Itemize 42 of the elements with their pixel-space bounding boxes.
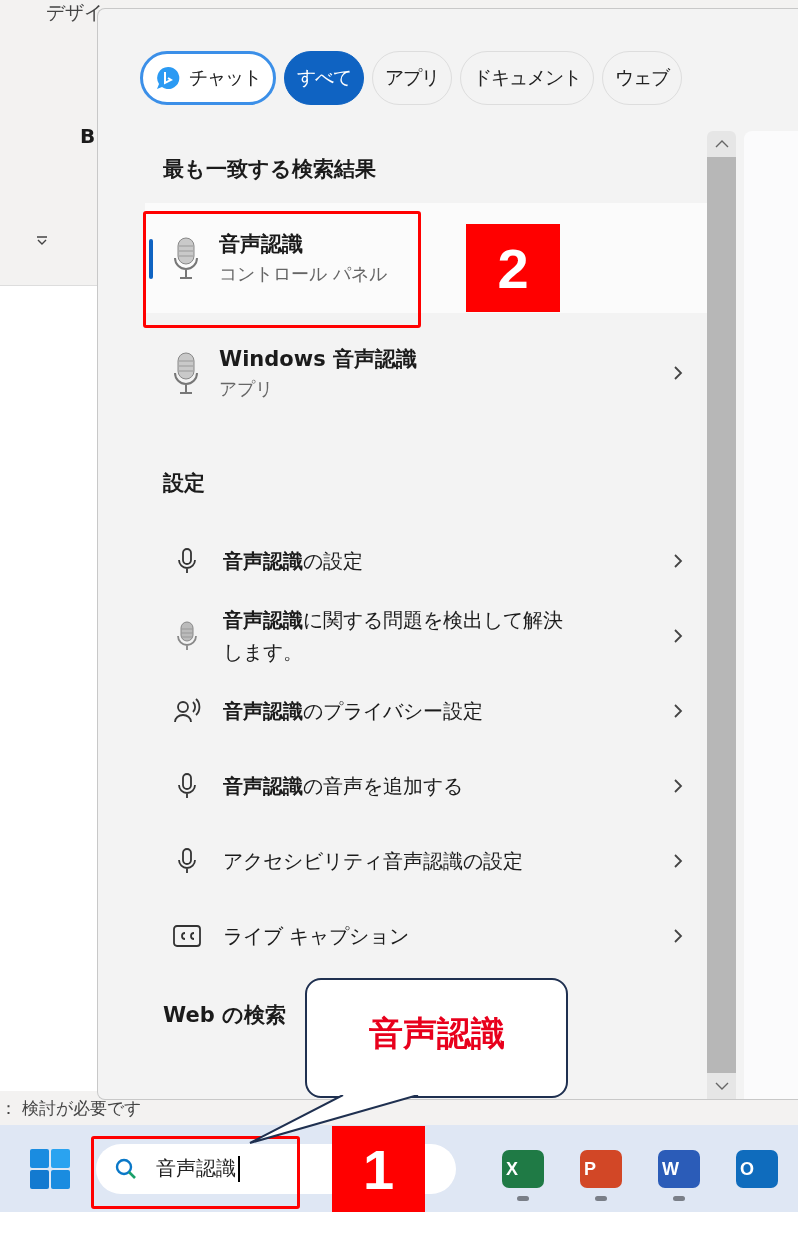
step-number: 2 bbox=[466, 224, 560, 312]
bold-button[interactable]: B bbox=[80, 124, 96, 148]
settings-result[interactable]: 音声認識の音声を追加する bbox=[145, 748, 707, 823]
chevron-right-icon bbox=[673, 852, 683, 869]
chevron-right-icon bbox=[673, 552, 683, 569]
app-icon[interactable]: X bbox=[502, 1150, 544, 1188]
app-icon[interactable]: O bbox=[736, 1150, 778, 1188]
status-text: ： 検討が必要です bbox=[0, 1096, 142, 1120]
chevron-right-icon bbox=[673, 627, 683, 644]
caret-icon[interactable] bbox=[36, 236, 48, 246]
scroll-down-icon[interactable] bbox=[713, 1081, 730, 1091]
chat-bubble-icon bbox=[155, 65, 181, 91]
section-heading: 最も一致する検索結果 bbox=[162, 156, 376, 183]
section-heading: Web の検索 bbox=[162, 1002, 286, 1029]
filter-tab[interactable]: ウェブ bbox=[602, 51, 682, 105]
settings-result[interactable]: 音声認識に関する問題を検出して解決します。 bbox=[145, 598, 707, 673]
settings-result[interactable]: ライブ キャプション bbox=[145, 898, 707, 973]
microphone-icon bbox=[171, 236, 201, 280]
filter-tab[interactable]: チャット bbox=[140, 51, 276, 105]
ribbon-tab[interactable]: デザイ bbox=[46, 0, 103, 26]
filter-tab[interactable]: すべて bbox=[284, 51, 364, 105]
settings-result[interactable]: アクセシビリティ音声認識の設定 bbox=[145, 823, 707, 898]
chevron-right-icon bbox=[673, 702, 683, 719]
section-heading: 設定 bbox=[162, 470, 205, 497]
filter-tab[interactable]: ドキュメント bbox=[460, 51, 594, 105]
search-icon bbox=[114, 1156, 138, 1181]
chevron-right-icon bbox=[673, 777, 683, 794]
captions-icon bbox=[173, 924, 201, 947]
app-icon[interactable]: P bbox=[580, 1150, 622, 1188]
settings-result[interactable]: 音声認識の設定 bbox=[145, 523, 707, 598]
chevron-right-icon bbox=[673, 927, 683, 944]
app-icon[interactable]: W bbox=[658, 1150, 700, 1188]
person-speaking-icon bbox=[173, 697, 201, 724]
search-result[interactable]: Windows 音声認識 アプリ bbox=[145, 329, 707, 417]
step-number: 1 bbox=[332, 1126, 425, 1212]
chevron-right-icon bbox=[673, 365, 683, 381]
microphone-icon bbox=[171, 351, 201, 395]
scrollbar[interactable] bbox=[707, 131, 736, 1099]
filter-tab[interactable]: アプリ bbox=[372, 51, 452, 105]
settings-result[interactable]: 音声認識のプライバシー設定 bbox=[145, 673, 707, 748]
windows-logo-icon[interactable] bbox=[30, 1148, 70, 1189]
scroll-up-icon[interactable] bbox=[713, 139, 730, 149]
